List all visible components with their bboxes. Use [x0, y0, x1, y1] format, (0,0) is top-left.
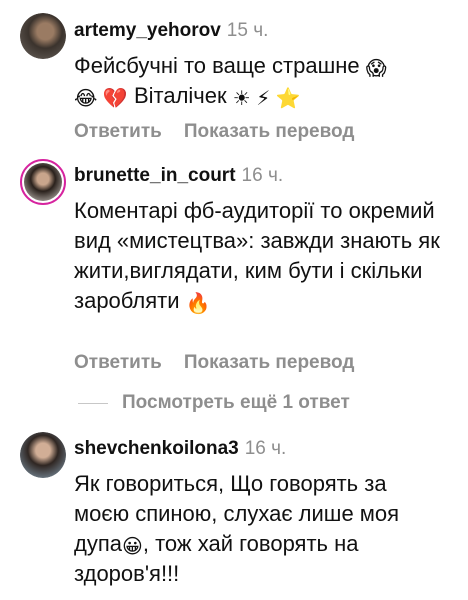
emoji: ☀ ⚡ ⭐	[232, 88, 301, 110]
comment-meta: shevchenkoilona3 16 ч.	[74, 438, 286, 460]
avatar-image	[20, 432, 66, 478]
translate-button[interactable]: Показать перевод	[184, 121, 355, 142]
username[interactable]: artemy_yehorov	[74, 20, 221, 41]
translate-button[interactable]: Показать перевод	[184, 352, 355, 373]
emoji: 😂 💔	[74, 88, 128, 110]
emoji: 🔥	[185, 293, 211, 315]
comment-text: Коментарі фб-аудиторії то окремий вид «м…	[74, 196, 444, 316]
avatar-image	[24, 163, 62, 201]
username[interactable]: shevchenkoilona3	[74, 438, 239, 459]
avatar[interactable]	[20, 13, 66, 59]
emoji: 😀	[122, 536, 143, 558]
username[interactable]: brunette_in_court	[74, 165, 236, 186]
timestamp: 15 ч.	[226, 20, 269, 41]
comment-meta: artemy_yehorov 15 ч.	[74, 20, 268, 42]
reply-button[interactable]: Ответить	[74, 121, 162, 142]
comment-text-line: Віталічек	[133, 83, 227, 108]
view-more-replies-label: Посмотреть ещё 1 ответ	[122, 392, 350, 413]
reply-button[interactable]: Ответить	[74, 352, 162, 373]
comment-actions: Ответить Показать перевод	[74, 121, 376, 143]
avatar[interactable]	[20, 159, 66, 205]
view-more-replies-button[interactable]: Посмотреть ещё 1 ответ	[78, 392, 350, 414]
divider-line	[78, 402, 108, 404]
timestamp: 16 ч.	[244, 438, 287, 459]
avatar-image	[20, 13, 66, 59]
emoji: 😱	[365, 58, 387, 80]
avatar[interactable]	[20, 432, 66, 478]
comment-text: Як говориться, Що говорять за моєю спино…	[74, 469, 434, 589]
comment-text: Фейсбучні то ваще страшне 😱 😂 💔 Віталіче…	[74, 51, 449, 111]
comment-meta: brunette_in_court 16 ч.	[74, 165, 283, 187]
comment-text-line: Коментарі фб-аудиторії то окремий вид «м…	[74, 198, 440, 313]
timestamp: 16 ч.	[241, 165, 284, 186]
comment-actions: Ответить Показать перевод	[74, 352, 376, 374]
comment-text-line: Фейсбучні то ваще страшне	[74, 53, 360, 78]
